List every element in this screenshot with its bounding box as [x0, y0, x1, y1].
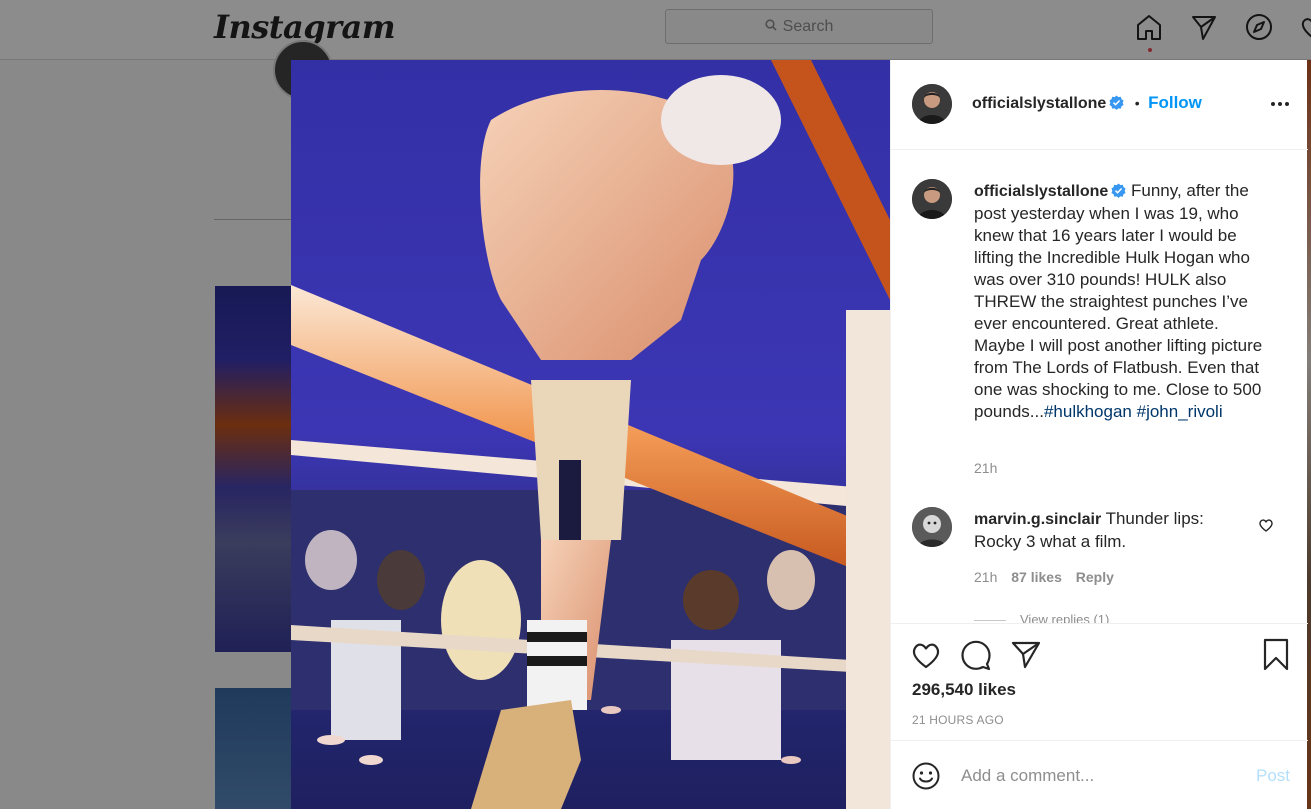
reply-button[interactable]: Reply: [1076, 569, 1114, 585]
caption: officialslystallone Funny, after the pos…: [974, 180, 1274, 423]
add-comment-input[interactable]: [961, 763, 1241, 789]
like-comment-heart-icon[interactable]: [1258, 517, 1274, 533]
post-photo[interactable]: [291, 60, 890, 809]
hashtag-link[interactable]: #john_rivoli: [1137, 402, 1223, 421]
author-avatar[interactable]: [912, 84, 952, 124]
comment-likes[interactable]: 87 likes: [1011, 569, 1062, 585]
likes-count[interactable]: 296,540 likes: [912, 680, 1016, 700]
verified-badge-icon: [1111, 182, 1126, 198]
comment-meta: 21h 87 likes Reply: [974, 569, 1114, 585]
commenter-username[interactable]: marvin.g.sinclair: [974, 511, 1101, 528]
follow-button[interactable]: Follow: [1148, 93, 1202, 112]
hashtag-link[interactable]: #hulkhogan: [1044, 402, 1132, 421]
view-replies-label: View replies (1): [1020, 612, 1110, 623]
caption-author-avatar[interactable]: [912, 179, 952, 219]
verified-badge-icon: [1109, 95, 1124, 110]
comment-bubble-icon[interactable]: [959, 638, 993, 672]
caption-timestamp[interactable]: 21h: [974, 460, 997, 476]
replies-line: [974, 620, 1006, 622]
save-bookmark-icon[interactable]: [1259, 638, 1293, 672]
author-username[interactable]: officialslystallone: [972, 95, 1106, 112]
comment-timestamp[interactable]: 21h: [974, 569, 997, 585]
share-icon[interactable]: [1009, 638, 1043, 672]
view-replies-link[interactable]: View replies (1): [974, 612, 1109, 623]
post-comment-button[interactable]: Post: [1256, 766, 1290, 786]
post-details-panel: officialslystallone • Follow officialsly…: [890, 60, 1308, 809]
add-comment-bar: Post: [891, 740, 1308, 809]
commenter-avatar[interactable]: [912, 507, 952, 547]
post-header: officialslystallone • Follow: [891, 60, 1308, 150]
post-actions: 296,540 likes 21 HOURS AGO: [891, 623, 1308, 741]
emoji-icon[interactable]: [911, 761, 941, 791]
comments-scroll-area[interactable]: officialslystallone Funny, after the pos…: [891, 151, 1308, 623]
caption-text: Funny, after the post yesterday when I w…: [974, 181, 1263, 421]
post-time-ago[interactable]: 21 HOURS AGO: [912, 713, 1004, 727]
separator-dot: •: [1134, 95, 1140, 111]
more-options-icon[interactable]: [1268, 92, 1292, 116]
like-heart-icon[interactable]: [909, 638, 943, 672]
author-line: officialslystallone • Follow: [972, 93, 1202, 113]
comment: marvin.g.sinclair Thunder lips: Rocky 3 …: [974, 508, 1244, 553]
caption-username[interactable]: officialslystallone: [974, 183, 1108, 200]
